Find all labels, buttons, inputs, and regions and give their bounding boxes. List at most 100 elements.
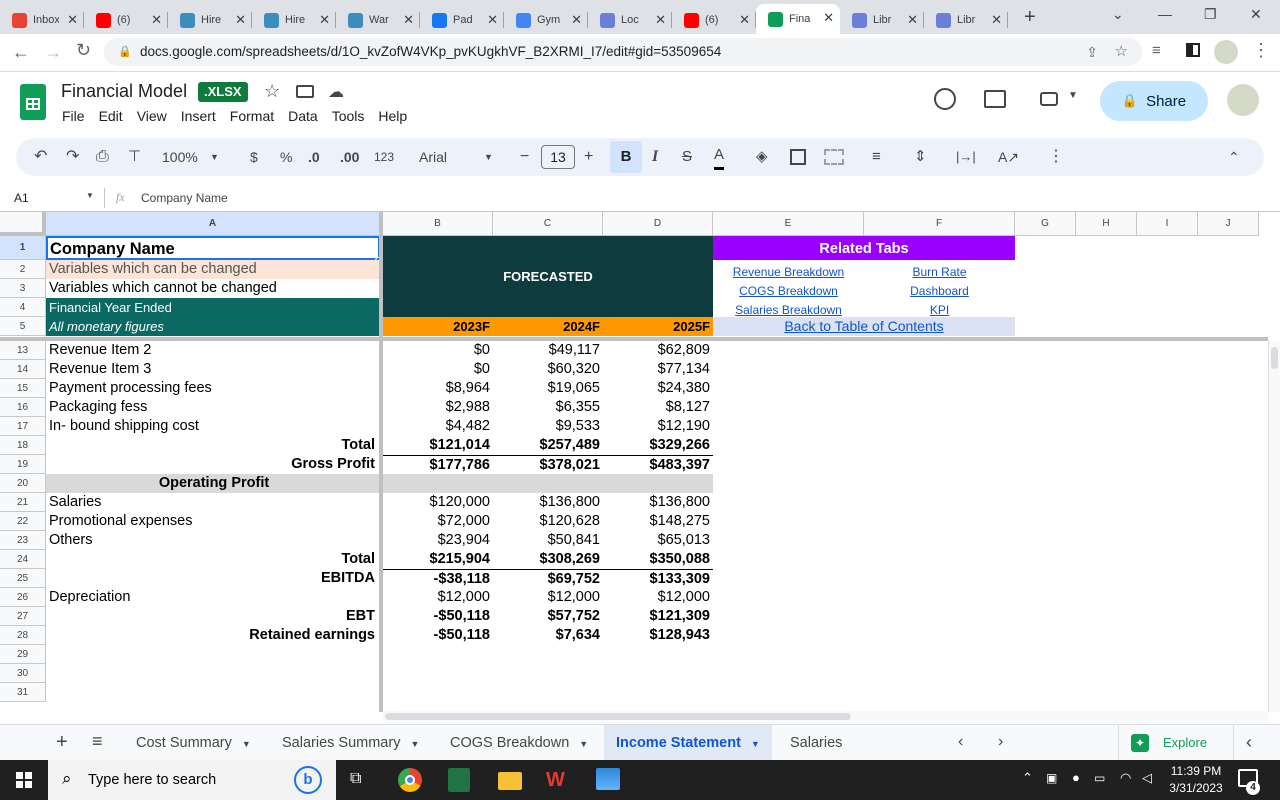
row-header[interactable]: 31 — [0, 683, 46, 702]
collapse-toolbar-icon[interactable]: ⌃ — [1228, 138, 1240, 176]
value-cell[interactable] — [603, 664, 713, 683]
value-cell[interactable] — [603, 683, 713, 702]
value-cell[interactable]: $50,841 — [493, 531, 603, 550]
changeable-variables-cell[interactable]: Variables which can be changed — [46, 260, 380, 279]
decrease-decimal-button[interactable]: .0 — [308, 138, 320, 176]
value-cell[interactable]: $49,117 — [493, 341, 603, 360]
close-tab-icon[interactable]: ✕ — [571, 12, 582, 28]
sheets-logo-icon[interactable] — [20, 84, 46, 120]
value-cell[interactable]: $121,309 — [603, 607, 713, 626]
browser-tab[interactable]: War ✕ — [336, 6, 420, 34]
value-cell[interactable]: $12,000 — [493, 588, 603, 607]
row-header[interactable]: 3 — [0, 279, 46, 298]
browser-tab[interactable]: Gym ✕ — [504, 6, 588, 34]
row-header[interactable]: 23 — [0, 531, 46, 550]
value-cell[interactable]: $121,014 — [383, 436, 493, 455]
meet-icon[interactable] — [1040, 92, 1058, 106]
row-header[interactable]: 13 — [0, 341, 46, 360]
share-page-icon[interactable]: ⇪ — [1086, 38, 1098, 66]
minimize-icon[interactable]: — — [1158, 6, 1172, 22]
column-header[interactable]: H — [1076, 212, 1137, 236]
value-cell[interactable]: $136,800 — [603, 493, 713, 512]
borders-icon[interactable] — [790, 149, 806, 165]
row-header[interactable]: 2 — [0, 260, 46, 279]
close-tab-icon[interactable]: ✕ — [487, 12, 498, 28]
sidepanel-icon[interactable] — [1186, 43, 1200, 57]
add-sheet-icon[interactable]: + — [56, 731, 68, 754]
row-header[interactable]: 27 — [0, 607, 46, 626]
volume-icon[interactable]: ◁ — [1142, 770, 1152, 786]
windows-start-icon[interactable] — [16, 772, 32, 788]
row-label-cell[interactable]: In- bound shipping cost — [46, 417, 379, 436]
column-header[interactable]: I — [1137, 212, 1198, 236]
close-tab-icon[interactable]: ✕ — [235, 12, 246, 28]
percent-format-button[interactable]: % — [280, 138, 292, 176]
browser-tab[interactable]: Loc ✕ — [588, 6, 672, 34]
value-cell[interactable]: $148,275 — [603, 512, 713, 531]
value-cell[interactable]: $12,000 — [383, 588, 493, 607]
document-title[interactable]: Financial Model — [61, 81, 187, 102]
column-header[interactable]: A — [46, 212, 380, 236]
value-cell[interactable]: -$38,118 — [383, 569, 493, 588]
close-tab-icon[interactable]: ✕ — [67, 12, 78, 28]
menu-help[interactable]: Help — [378, 108, 407, 124]
text-rotation-icon[interactable]: A↗ — [998, 138, 1019, 176]
more-formats-button[interactable]: 123 — [374, 138, 394, 176]
row-label-cell[interactable]: Retained earnings — [46, 626, 379, 645]
row-header[interactable]: 1 — [0, 236, 46, 260]
value-cell[interactable]: $8,964 — [383, 379, 493, 398]
browser-tab[interactable]: Hire ✕ — [168, 6, 252, 34]
browser-menu-icon[interactable]: ⋮ — [1252, 40, 1270, 61]
align-left-icon[interactable]: ≡ — [872, 138, 881, 176]
financial-year-cell[interactable]: Financial Year Ended — [46, 298, 380, 317]
system-tray-chevron-icon[interactable]: ⌃ — [1022, 770, 1033, 786]
close-tab-icon[interactable]: ✕ — [739, 12, 750, 28]
font-size-input[interactable]: 13 — [541, 145, 575, 169]
clock-date[interactable]: 3/31/2023 — [1164, 781, 1228, 795]
print-icon[interactable]: ⎙ — [96, 138, 109, 176]
sheet-tab[interactable]: Salaries Summary ▼ — [270, 725, 431, 761]
row-label-cell[interactable]: Salaries — [46, 493, 379, 512]
browser-tab[interactable]: Libr ✕ — [924, 6, 1008, 34]
row-header[interactable]: 19 — [0, 455, 46, 474]
media-icon[interactable]: ≡ — [1152, 42, 1161, 59]
browser-tab[interactable]: (6) ✕ — [84, 6, 168, 34]
value-cell[interactable]: $65,013 — [603, 531, 713, 550]
currency-format-button[interactable]: $ — [250, 138, 258, 176]
sheet-tab-menu-icon[interactable]: ▼ — [751, 739, 760, 749]
row-header[interactable]: 26 — [0, 588, 46, 607]
row-header[interactable]: 30 — [0, 664, 46, 683]
row-label-cell[interactable]: EBT — [46, 607, 379, 626]
row-label-cell[interactable] — [46, 664, 379, 683]
value-cell[interactable]: $57,752 — [493, 607, 603, 626]
clock-time[interactable]: 11:39 PM — [1164, 764, 1228, 778]
paint-format-icon[interactable]: ⊤ — [128, 138, 141, 176]
menu-tools[interactable]: Tools — [332, 108, 365, 124]
row-header[interactable]: 5 — [0, 317, 46, 336]
horizontal-scrollbar[interactable] — [383, 711, 1268, 723]
merge-cells-icon[interactable] — [824, 149, 844, 165]
sheet-tab[interactable]: Cost Summary ▼ — [124, 725, 263, 761]
value-cell[interactable]: $257,489 — [493, 436, 603, 455]
value-cell[interactable]: $6,355 — [493, 398, 603, 417]
row-header[interactable]: 25 — [0, 569, 46, 588]
browser-tab[interactable]: Pad ✕ — [420, 6, 504, 34]
row-label-cell[interactable]: Packaging fess — [46, 398, 379, 417]
meet-now-icon[interactable]: ▣ — [1046, 771, 1057, 785]
taskbar-search-box[interactable]: ⌕ Type here to search b — [48, 760, 336, 800]
value-cell[interactable] — [383, 664, 493, 683]
row-label-cell[interactable] — [46, 645, 379, 664]
value-cell[interactable]: $62,809 — [603, 341, 713, 360]
value-cell[interactable]: $136,800 — [493, 493, 603, 512]
row-header[interactable]: 22 — [0, 512, 46, 531]
row-label-cell[interactable]: Gross Profit — [46, 455, 379, 474]
back-icon[interactable]: ← — [12, 42, 30, 63]
move-folder-icon[interactable] — [296, 85, 314, 98]
value-cell[interactable]: $23,904 — [383, 531, 493, 550]
row-header[interactable]: 4 — [0, 298, 46, 317]
menu-edit[interactable]: Edit — [99, 108, 123, 124]
value-cell[interactable]: $120,000 — [383, 493, 493, 512]
value-cell[interactable]: $77,134 — [603, 360, 713, 379]
value-cell[interactable] — [603, 645, 713, 664]
row-header[interactable]: 16 — [0, 398, 46, 417]
